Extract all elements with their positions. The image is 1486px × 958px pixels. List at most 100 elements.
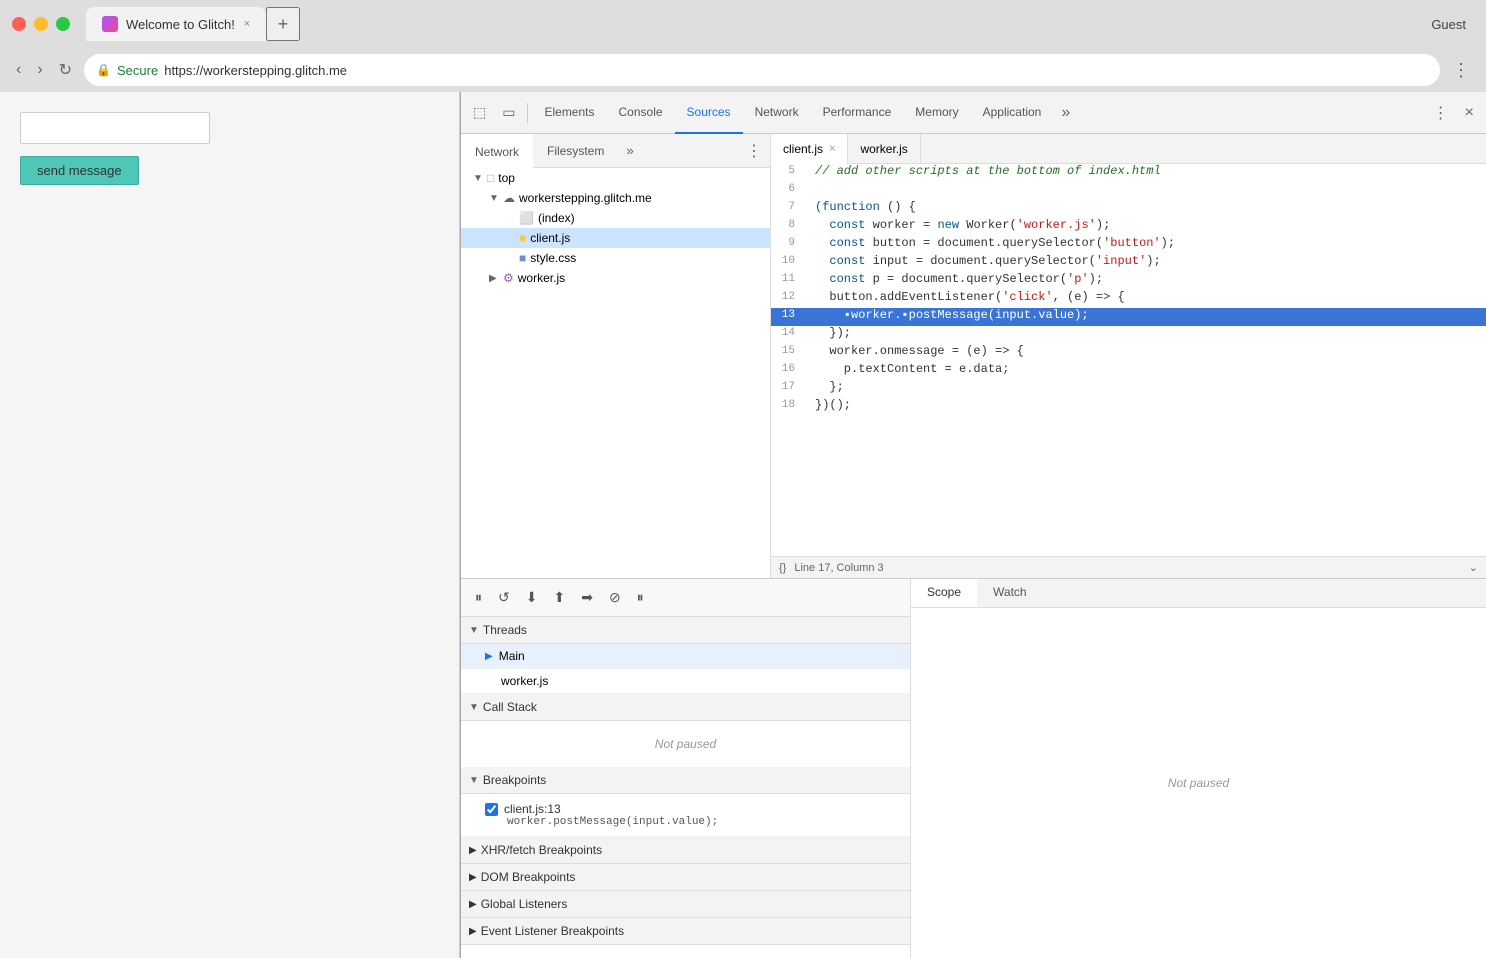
maximize-window-button[interactable] [56, 17, 70, 31]
device-toolbar-button[interactable]: ▭ [494, 100, 523, 125]
editor-tab-clientjs-label: client.js [783, 142, 823, 156]
minimize-window-button[interactable] [34, 17, 48, 31]
devtools-body: Network Filesystem » ⋮ ▼ □ top [461, 134, 1486, 578]
close-window-button[interactable] [12, 17, 26, 31]
devtools-menu-button[interactable]: ⋮ [1425, 99, 1457, 127]
file-tab-more-button[interactable]: » [618, 139, 641, 162]
close-editor-tab-clientjs[interactable]: × [829, 143, 835, 155]
format-icon: {} [779, 562, 786, 574]
tree-item-top[interactable]: ▼ □ top [461, 168, 770, 188]
js-file-icon-client: ■ [519, 231, 526, 245]
breakpoint-item: client.js:13 worker.postMessage(input.va… [461, 794, 910, 837]
tree-label-index: (index) [538, 211, 575, 225]
tab-elements[interactable]: Elements [532, 92, 606, 134]
tree-item-domain[interactable]: ▼ ☁ workerstepping.glitch.me [461, 188, 770, 208]
bottom-devtools: ⏸ ↺ ⬇ ⬆ ➡ ⊘ ⏸ ▼ Threads ▶ Main [461, 578, 1486, 958]
step-out-button[interactable]: ⬆ [547, 585, 571, 610]
file-panel: Network Filesystem » ⋮ ▼ □ top [461, 134, 771, 578]
back-button[interactable]: ‹ [12, 57, 25, 83]
step-into-button[interactable]: ⬇ [520, 585, 544, 610]
pause-button[interactable]: ⏸ [469, 585, 488, 610]
call-stack-header[interactable]: ▼ Call Stack [461, 694, 910, 721]
expand-status-button[interactable]: ⌄ [1469, 561, 1478, 574]
status-bar: {} Line 17, Column 3 ⌄ [771, 556, 1486, 578]
tree-item-clientjs[interactable]: ■ client.js [461, 228, 770, 248]
file-panel-tabs: Network Filesystem » ⋮ [461, 134, 770, 168]
tree-item-workerjs[interactable]: ▶ ⚙ worker.js [461, 268, 770, 288]
tree-item-index[interactable]: ⬜ (index) [461, 208, 770, 228]
code-line: 11 const p = document.querySelector('p')… [771, 272, 1486, 290]
url-text: https://workerstepping.glitch.me [164, 63, 347, 78]
forward-button[interactable]: › [33, 57, 46, 83]
send-message-button[interactable]: send message [20, 156, 139, 185]
file-tab-filesystem[interactable]: Filesystem [533, 134, 618, 168]
xhr-breakpoints-section: ▶ XHR/fetch Breakpoints [461, 837, 910, 864]
tab-sources[interactable]: Sources [675, 92, 743, 134]
message-input[interactable] [20, 112, 210, 144]
tree-item-stylecss[interactable]: ■ style.css [461, 248, 770, 268]
scope-panel: Scope Watch Not paused [911, 579, 1486, 958]
event-breakpoints-header[interactable]: ▶ Event Listener Breakpoints [461, 918, 910, 945]
code-line: 16 p.textContent = e.data; [771, 362, 1486, 380]
dom-breakpoints-section: ▶ DOM Breakpoints [461, 864, 910, 891]
close-tab-button[interactable]: × [244, 18, 250, 30]
code-line: 12 button.addEventListener('click', (e) … [771, 290, 1486, 308]
breakpoints-label: Breakpoints [483, 773, 546, 787]
tree-toggle-domain: ▼ [489, 193, 499, 204]
tab-console[interactable]: Console [607, 92, 675, 134]
breakpoints-header[interactable]: ▼ Breakpoints [461, 767, 910, 794]
call-stack-toggle-icon: ▼ [469, 702, 479, 713]
breakpoint-checkbox[interactable] [485, 803, 498, 816]
code-line: 10 const input = document.querySelector(… [771, 254, 1486, 272]
threads-panel: ⏸ ↺ ⬇ ⬆ ➡ ⊘ ⏸ ▼ Threads ▶ Main [461, 579, 911, 958]
breakpoints-section: ▼ Breakpoints client.js:13 worker.postMe… [461, 767, 910, 837]
file-tab-network[interactable]: Network [461, 134, 533, 168]
dom-breakpoints-label: DOM Breakpoints [481, 870, 576, 884]
secure-label: Secure [117, 63, 158, 78]
event-breakpoints-section: ▶ Event Listener Breakpoints [461, 918, 910, 945]
code-view[interactable]: 5 // add other scripts at the bottom of … [771, 164, 1486, 556]
file-tab-menu-button[interactable]: ⋮ [738, 137, 770, 165]
scope-tab-watch[interactable]: Watch [977, 579, 1043, 607]
breakpoint-code-preview: worker.postMessage(input.value); [485, 816, 902, 832]
new-tab-button[interactable]: + [266, 7, 300, 41]
code-line-highlighted: 13 ▪worker.▪postMessage(input.value); [771, 308, 1486, 326]
tab-performance[interactable]: Performance [811, 92, 904, 134]
step-over-button[interactable]: ↺ [492, 585, 516, 610]
address-bar: ‹ › ↻ 🔒 Secure https://workerstepping.gl… [0, 48, 1486, 92]
devtools-close-button[interactable]: × [1457, 100, 1482, 126]
code-line: 14 }); [771, 326, 1486, 344]
continue-button[interactable]: ➡ [575, 585, 599, 610]
xhr-breakpoints-header[interactable]: ▶ XHR/fetch Breakpoints [461, 837, 910, 864]
thread-item-main[interactable]: ▶ Main [461, 644, 910, 669]
thread-main-label: Main [499, 649, 525, 663]
scope-tab-scope[interactable]: Scope [911, 579, 977, 607]
global-toggle-icon: ▶ [469, 899, 477, 910]
browser-menu-button[interactable]: ⋮ [1448, 56, 1474, 85]
threads-section-header[interactable]: ▼ Threads [461, 617, 910, 644]
tab-memory[interactable]: Memory [903, 92, 970, 134]
inspect-element-button[interactable]: ⬚ [465, 100, 494, 125]
tab-application[interactable]: Application [971, 92, 1054, 134]
call-stack-not-paused: Not paused [461, 721, 910, 767]
editor-tab-workerjs[interactable]: worker.js [848, 134, 920, 164]
tab-network[interactable]: Network [743, 92, 811, 134]
pause-on-exceptions-button[interactable]: ⏸ [631, 585, 650, 610]
threads-label: Threads [483, 623, 527, 637]
tree-label-stylecss: style.css [530, 251, 576, 265]
thread-item-worker[interactable]: worker.js [461, 669, 910, 694]
browser-tab[interactable]: Welcome to Glitch! × [86, 7, 266, 41]
call-stack-label: Call Stack [483, 700, 537, 714]
url-bar[interactable]: 🔒 Secure https://workerstepping.glitch.m… [84, 54, 1440, 86]
user-label: Guest [1431, 17, 1474, 32]
tree-label-workerjs: worker.js [518, 271, 565, 285]
cursor-position: Line 17, Column 3 [794, 562, 883, 574]
global-listeners-header[interactable]: ▶ Global Listeners [461, 891, 910, 918]
more-tabs-button[interactable]: » [1053, 100, 1078, 126]
reload-button[interactable]: ↻ [55, 56, 76, 84]
dom-breakpoints-header[interactable]: ▶ DOM Breakpoints [461, 864, 910, 891]
deactivate-breakpoints-button[interactable]: ⊘ [603, 585, 627, 610]
breakpoint-file-label: client.js:13 [504, 802, 561, 816]
editor-tab-clientjs[interactable]: client.js × [771, 134, 848, 164]
event-toggle-icon: ▶ [469, 926, 477, 937]
